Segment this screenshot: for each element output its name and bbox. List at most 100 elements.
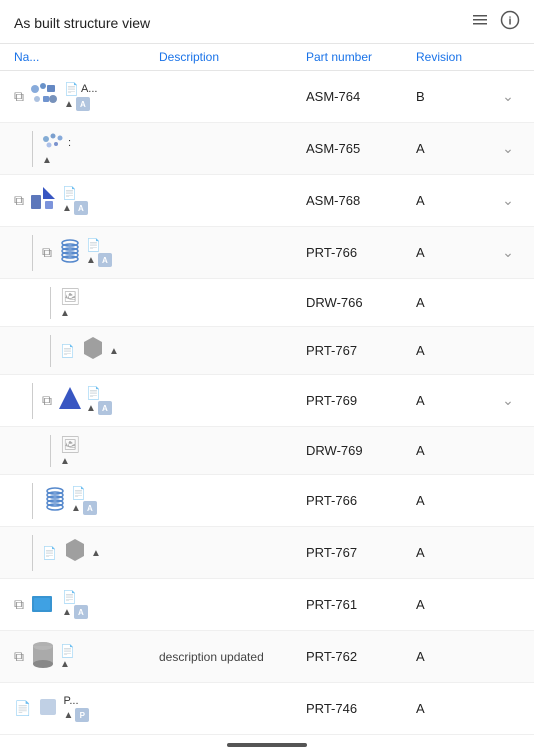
tree-line	[50, 335, 51, 367]
pin-icon: ▲	[60, 659, 70, 670]
doc-icon: 📄	[86, 386, 101, 400]
pin-icon: ▲	[86, 255, 96, 266]
table-row[interactable]: ⧉ 📄 ▲ A PRT-769 A	[0, 375, 534, 427]
drawing-icon: 🖼	[60, 435, 80, 455]
list-icon[interactable]	[470, 10, 490, 35]
tree-line	[32, 235, 33, 271]
tree-line	[50, 435, 51, 467]
info-icon[interactable]: i	[500, 10, 520, 35]
pin-icon: ▲	[109, 346, 119, 357]
table-row[interactable]: ⧉ 📄 ▲ de	[0, 631, 534, 683]
badge-a: A	[98, 401, 112, 415]
header: As built structure view i	[0, 0, 534, 44]
table-row[interactable]: ⧉ 📄 ▲ A	[0, 227, 534, 279]
revision: A	[416, 649, 496, 664]
assembly-icon	[29, 81, 61, 112]
col-part-number: Part number	[306, 50, 416, 64]
table-row[interactable]: ⧉ 📄 ▲ A PRT-761	[0, 579, 534, 631]
name-text-p: P...	[63, 695, 78, 707]
part-number: DRW-766	[306, 295, 416, 310]
table-row[interactable]: 🖼 ▲ DRW-769 A	[0, 427, 534, 475]
tree-line	[32, 131, 33, 167]
doc-icon-sm2: 📄	[42, 546, 57, 560]
doc-icon: 📄	[86, 238, 101, 252]
page-title: As built structure view	[14, 15, 150, 31]
table-row[interactable]: 📄 P... ▲ P PRT-746 A	[0, 683, 534, 735]
table-row[interactable]: 📄 ▲ PRT-767 A	[0, 527, 534, 579]
table-row[interactable]: 📄 ▲ PRT-767 A	[0, 327, 534, 375]
part-number: PRT-746	[306, 701, 416, 716]
badge-a: A	[76, 97, 90, 111]
pin-icon: ▲	[60, 308, 70, 319]
col-description: Description	[159, 50, 306, 64]
part-number: ASM-768	[306, 193, 416, 208]
tree-line	[32, 383, 33, 419]
col-revision: Revision	[416, 50, 496, 64]
badge-a: A	[98, 253, 112, 267]
pin-icon: ▲	[86, 403, 96, 414]
table-row[interactable]: 📄 ▲ A PRT-766 A	[0, 475, 534, 527]
svg-text:i: i	[508, 16, 511, 28]
col-name: Na...	[14, 50, 159, 64]
copy-icon: ⧉	[14, 88, 24, 105]
part-number: PRT-762	[306, 649, 416, 664]
table-row[interactable]: ⧉ 📄 ▲ A	[0, 175, 534, 227]
tree-line	[50, 287, 51, 319]
part-number: PRT-766	[306, 493, 416, 508]
part-number: PRT-767	[306, 343, 416, 358]
part-icon-small	[36, 695, 60, 722]
revision: A	[416, 597, 496, 612]
part-number: PRT-761	[306, 597, 416, 612]
badge-a: A	[83, 501, 97, 515]
expand-icon[interactable]: ⌄	[496, 140, 520, 157]
expand-icon[interactable]: ⌄	[496, 192, 520, 209]
revision: A	[416, 701, 496, 716]
name-colon: :	[68, 137, 71, 149]
part-number: PRT-767	[306, 545, 416, 560]
revision: A	[416, 141, 496, 156]
description: description updated	[159, 650, 306, 664]
doc-icon: 📄	[62, 186, 77, 200]
tree-line	[32, 535, 33, 571]
revision: A	[416, 545, 496, 560]
pin-icon: ▲	[62, 203, 72, 214]
expand-icon[interactable]: ⌄	[496, 244, 520, 261]
expand-icon[interactable]: ⌄	[496, 392, 520, 409]
revision: A	[416, 245, 496, 260]
blue-box-icon	[29, 589, 59, 620]
spring-icon2	[42, 485, 68, 516]
part-number: ASM-764	[306, 89, 416, 104]
part-number: ASM-765	[306, 141, 416, 156]
revision: B	[416, 89, 496, 104]
header-actions: i	[470, 10, 520, 35]
revision: A	[416, 343, 496, 358]
pin-icon: ▲	[71, 503, 81, 514]
doc-icon: 📄	[60, 644, 75, 658]
hex-icon2	[62, 537, 88, 568]
doc-icon: 📄	[71, 486, 86, 500]
name-text: A...	[81, 83, 98, 95]
column-headers: Na... Description Part number Revision	[0, 44, 534, 71]
revision: A	[416, 193, 496, 208]
doc-icon: 📄	[64, 82, 79, 96]
hex-icon	[80, 335, 106, 366]
copy-icon: ⧉	[14, 596, 24, 613]
revision: A	[416, 295, 496, 310]
part-number: PRT-769	[306, 393, 416, 408]
pin-icon: ▲	[42, 155, 52, 166]
cylinder-icon	[29, 640, 57, 673]
copy-icon: ⧉	[14, 192, 24, 209]
pin-icon: ▲	[60, 456, 70, 467]
table-row[interactable]: 🖼 ▲ DRW-766 A	[0, 279, 534, 327]
drawing-icon: 🖼	[60, 287, 80, 307]
doc-icon-lg: 📄	[14, 700, 31, 717]
revision: A	[416, 493, 496, 508]
expand-icon[interactable]: ⌄	[496, 88, 520, 105]
table-row[interactable]: ⧉ 📄 A...	[0, 71, 534, 123]
triangle-blue-icon	[57, 385, 83, 416]
revision: A	[416, 443, 496, 458]
revision: A	[416, 393, 496, 408]
tree-line	[32, 483, 33, 519]
pin-icon: ▲	[64, 99, 74, 110]
table-row[interactable]: : ▲ ASM-765 A ⌄	[0, 123, 534, 175]
